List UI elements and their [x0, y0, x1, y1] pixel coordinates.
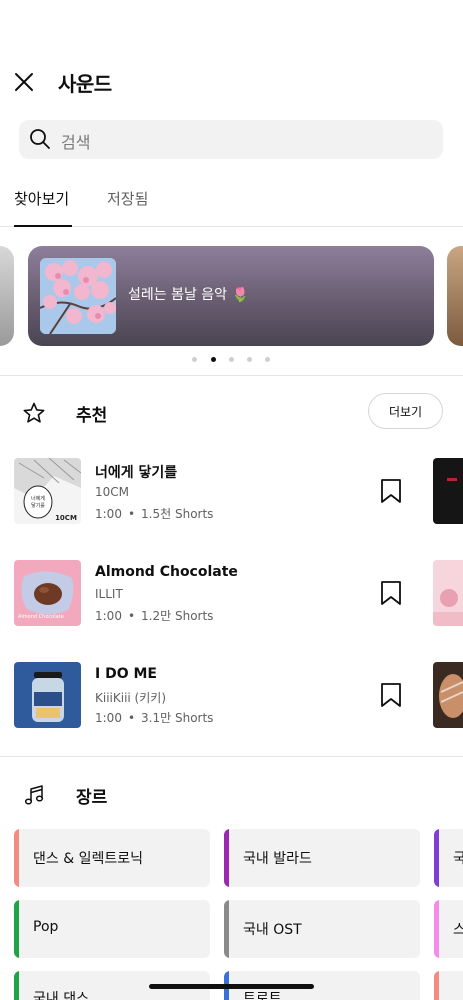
track-artwork-peek[interactable]: [433, 662, 463, 728]
bookmark-icon[interactable]: [380, 580, 402, 606]
track-meta: 1:00 • 1.5천 Shorts: [95, 505, 213, 522]
track-meta: 1:00 • 3.1만 Shorts: [95, 709, 213, 726]
carousel-pagination: [192, 357, 272, 363]
section-divider: [0, 375, 463, 376]
track-row[interactable]: Almond Chocolate Almond Chocolate ILLIT …: [0, 560, 463, 626]
artwork-label: Almond Chocolate: [18, 614, 64, 620]
genre-label: 댄스 & 일렉트로닉: [33, 851, 143, 867]
track-title: 너에게 닿기를: [95, 465, 178, 481]
meta-separator: •: [127, 609, 136, 623]
genre-peek[interactable]: 스: [434, 900, 463, 958]
genre-color-bar: [434, 900, 439, 958]
track-artist: 10CM: [95, 485, 130, 499]
carousel-card-title: 설레는 봄날 음악 🌷: [128, 287, 249, 303]
genre-label: 스: [453, 922, 463, 938]
genre-peek[interactable]: 국: [434, 829, 463, 887]
track-artwork: [14, 662, 81, 728]
genres-title: 장르: [76, 788, 108, 808]
more-button[interactable]: 더보기: [368, 393, 443, 429]
track-artwork: Almond Chocolate: [14, 560, 81, 626]
tab-browse[interactable]: 찾아보기: [14, 188, 69, 209]
meta-separator: •: [127, 711, 136, 725]
track-title: I DO ME: [95, 666, 157, 682]
pagination-dot: [229, 357, 234, 362]
track-title: Almond Chocolate: [95, 564, 238, 580]
music-note-icon: [24, 785, 44, 805]
star-icon: [23, 402, 45, 423]
track-shorts-count: 3.1만 Shorts: [141, 711, 214, 725]
bookmark-icon[interactable]: [380, 682, 402, 708]
tab-indicator: [14, 225, 72, 227]
svg-text:닿기를: 닿기를: [31, 502, 45, 509]
artwork-label: 10CM: [55, 514, 77, 522]
search-input[interactable]: 검색: [19, 120, 443, 159]
featured-carousel[interactable]: 설레는 봄날 음악 🌷: [0, 246, 463, 346]
pagination-dot: [192, 357, 197, 362]
genre-color-bar: [224, 829, 229, 887]
close-button[interactable]: [12, 70, 36, 94]
track-duration: 1:00: [95, 711, 122, 725]
track-artwork: 너에게 닿기를 10CM: [14, 458, 81, 524]
genre-pop[interactable]: Pop: [14, 900, 210, 958]
pagination-dot-active: [211, 357, 216, 362]
genre-korean-ost[interactable]: 국내 OST: [224, 900, 420, 958]
genre-color-bar: [14, 900, 19, 958]
meta-separator: •: [127, 507, 136, 521]
genre-label: 국내 발라드: [243, 851, 312, 867]
pagination-dot: [247, 357, 252, 362]
genres-header: 장르: [0, 775, 463, 815]
page-title: 사운드: [58, 72, 112, 96]
genre-color-bar: [434, 971, 439, 1000]
recommended-title: 추천: [76, 406, 108, 426]
track-artwork-peek[interactable]: [433, 458, 463, 524]
close-icon: [15, 73, 33, 91]
genre-label: 국: [453, 851, 463, 867]
track-meta: 1:00 • 1.2만 Shorts: [95, 607, 213, 624]
bookmark-icon[interactable]: [380, 478, 402, 504]
genre-peek[interactable]: [434, 971, 463, 1000]
carousel-card-prev[interactable]: [0, 246, 14, 346]
track-duration: 1:00: [95, 609, 122, 623]
carousel-card-next[interactable]: [447, 246, 463, 346]
genre-label: 트로트: [243, 991, 282, 1000]
genre-label: Pop: [33, 919, 59, 935]
section-divider: [0, 756, 463, 757]
track-duration: 1:00: [95, 507, 122, 521]
genre-dance-electronic[interactable]: 댄스 & 일렉트로닉: [14, 829, 210, 887]
search-placeholder: 검색: [61, 133, 91, 152]
genre-color-bar: [14, 829, 19, 887]
recommended-header: 추천 더보기: [0, 393, 463, 433]
carousel-card-spring-music[interactable]: 설레는 봄날 음악 🌷: [28, 246, 434, 346]
track-artist: ILLIT: [95, 587, 123, 601]
tab-saved[interactable]: 저장됨: [107, 188, 148, 209]
track-artwork-peek[interactable]: [433, 560, 463, 626]
genre-label: 국내 OST: [243, 922, 302, 938]
genre-color-bar: [434, 829, 439, 887]
genre-color-bar: [224, 900, 229, 958]
top-bar: 사운드: [0, 58, 463, 106]
genre-color-bar: [14, 971, 19, 1000]
track-shorts-count: 1.5천 Shorts: [141, 507, 214, 521]
track-shorts-count: 1.2만 Shorts: [141, 609, 214, 623]
tab-bar: 찾아보기 저장됨: [0, 178, 463, 227]
search-icon: [30, 129, 50, 149]
pagination-dot: [265, 357, 270, 362]
home-indicator[interactable]: [149, 984, 314, 989]
genre-label: 국내 댄스: [33, 991, 89, 1000]
track-artist: KiiiKiii (키키): [95, 691, 167, 705]
cherry-blossom-thumbnail: [40, 258, 116, 334]
svg-text:너에게: 너에게: [31, 495, 45, 502]
track-row[interactable]: I DO ME KiiiKiii (키키) 1:00 • 3.1만 Shorts: [0, 662, 463, 728]
track-row[interactable]: 너에게 닿기를 10CM 너에게 닿기를 10CM 1:00 • 1.5천 Shor…: [0, 458, 463, 524]
genre-korean-ballad[interactable]: 국내 발라드: [224, 829, 420, 887]
